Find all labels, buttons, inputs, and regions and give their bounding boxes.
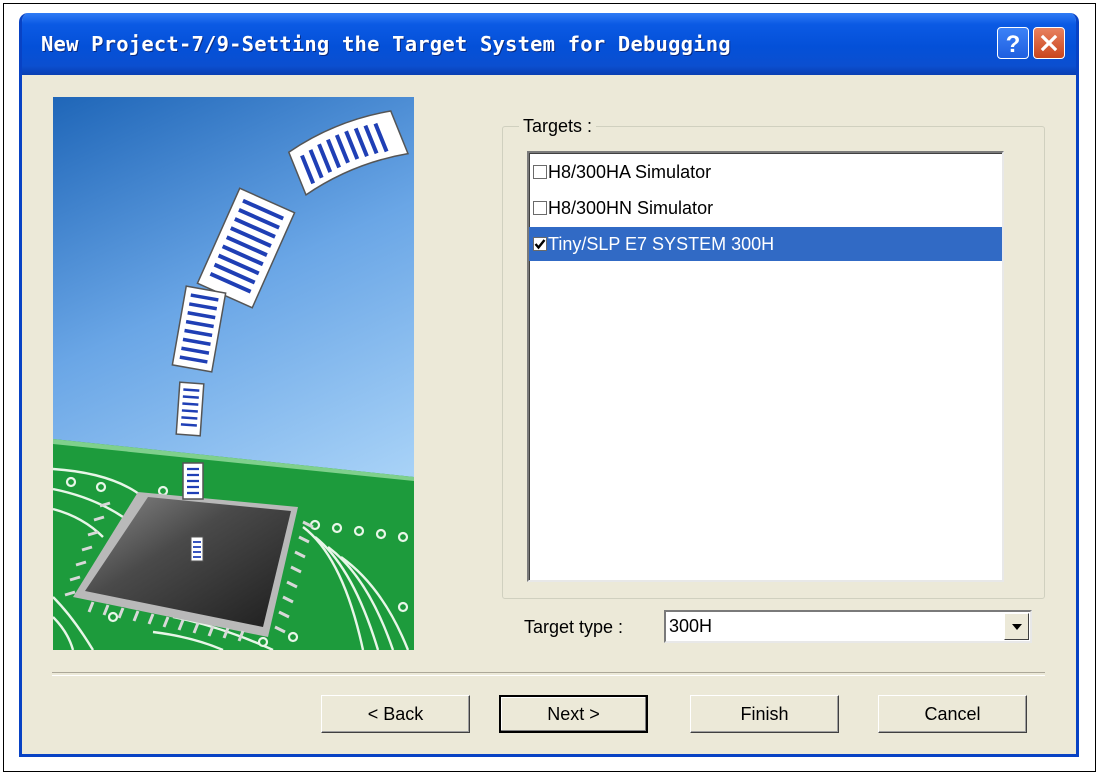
close-icon — [1040, 34, 1058, 52]
checkmark-icon — [534, 239, 546, 250]
target-item-h8-300ha-simulator[interactable]: H8/300HA Simulator — [529, 155, 1002, 189]
wizard-dialog: New Project-7/9-Setting the Target Syste… — [19, 13, 1079, 757]
svg-text:?: ? — [1006, 31, 1021, 55]
chevron-down-icon — [1011, 623, 1022, 630]
target-item-h8-300hn-simulator[interactable]: H8/300HN Simulator — [529, 191, 1002, 225]
target-type-label: Target type : — [524, 617, 624, 637]
close-button[interactable] — [1033, 27, 1065, 59]
target-checkbox-checked[interactable] — [533, 237, 547, 251]
separator — [52, 672, 1045, 676]
targets-group-label: Targets : — [519, 116, 597, 137]
title-bar[interactable]: New Project-7/9-Setting the Target Syste… — [22, 13, 1076, 75]
target-checkbox[interactable] — [533, 165, 547, 179]
back-button[interactable]: < Back — [321, 695, 470, 733]
targets-listbox[interactable]: H8/300HA Simulator H8/300HN Simulator Ti… — [527, 151, 1004, 582]
target-type-select[interactable]: 300H — [664, 610, 1032, 643]
window-title: New Project-7/9-Setting the Target Syste… — [41, 32, 731, 56]
dropdown-button[interactable] — [1004, 613, 1029, 640]
wizard-illustration — [53, 97, 414, 650]
finish-button[interactable]: Finish — [690, 695, 839, 733]
target-checkbox[interactable] — [533, 201, 547, 215]
cancel-button[interactable]: Cancel — [878, 695, 1027, 733]
help-icon: ? — [1006, 31, 1021, 55]
help-button[interactable]: ? — [997, 27, 1029, 59]
target-item-label: H8/300HA Simulator — [548, 161, 712, 182]
target-item-label: Tiny/SLP E7 SYSTEM 300H — [548, 233, 775, 254]
target-item-label: H8/300HN Simulator — [548, 197, 714, 218]
next-button[interactable]: Next > — [499, 695, 648, 733]
target-type-value: 300H — [669, 616, 713, 636]
target-item-tiny-slp-e7[interactable]: Tiny/SLP E7 SYSTEM 300H — [529, 227, 1002, 261]
